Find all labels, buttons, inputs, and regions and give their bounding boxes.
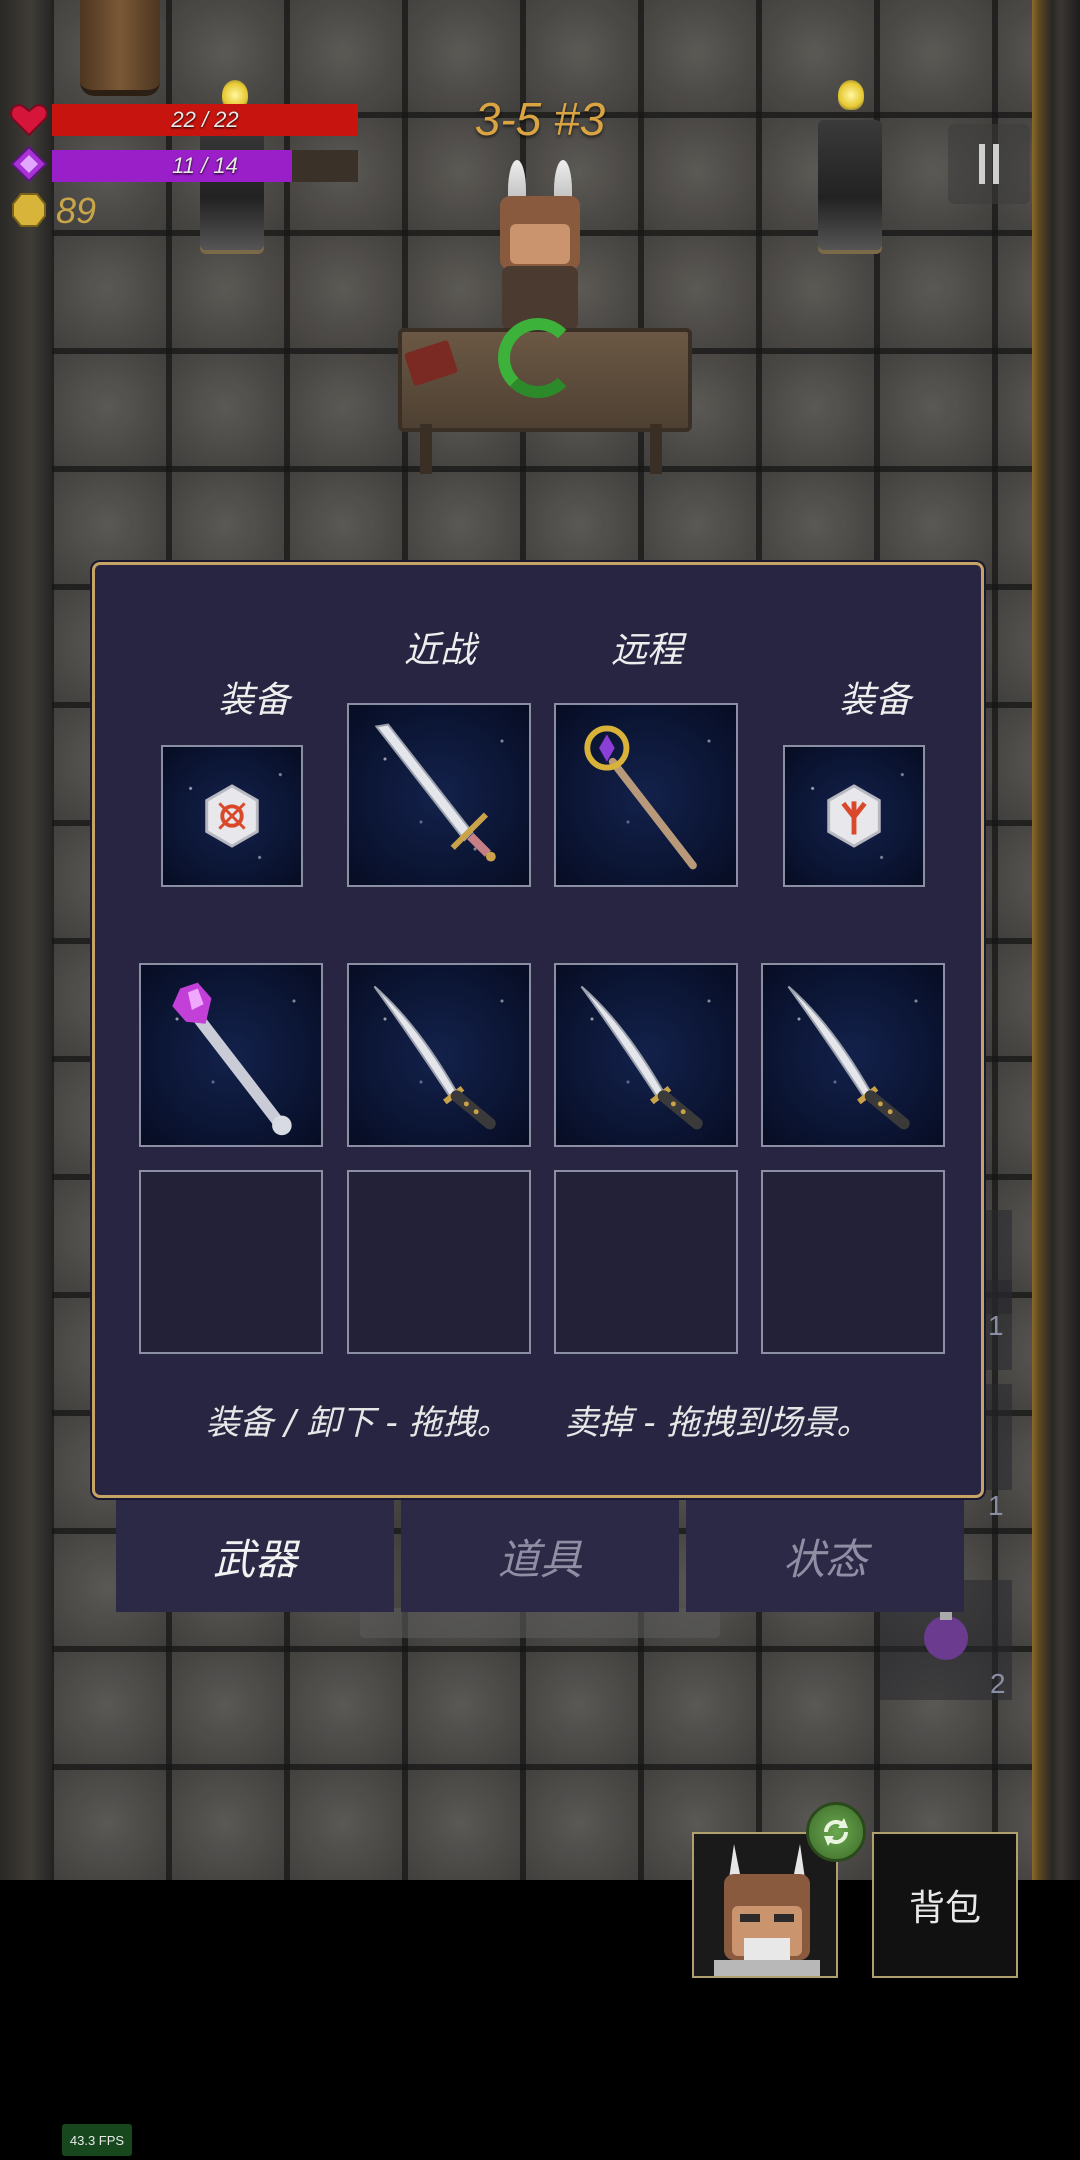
- merchant-character[interactable]: [488, 160, 592, 330]
- table-leg: [420, 424, 432, 474]
- backpack-slot[interactable]: [554, 963, 738, 1147]
- equip-label-right: 装备: [838, 680, 911, 721]
- heart-icon: [10, 102, 48, 138]
- mp-text: 11 / 14: [172, 153, 238, 178]
- melee-weapon-slot[interactable]: [347, 703, 531, 887]
- equip-slot-right[interactable]: [783, 745, 925, 887]
- crystal-mace-icon: [172, 982, 292, 1136]
- pause-icon: [993, 144, 999, 184]
- katana-icon: [787, 985, 910, 1130]
- pause-icon: [979, 144, 985, 184]
- golden-staff-icon: [584, 725, 697, 870]
- table-leg: [650, 424, 662, 474]
- backpack-slot-empty[interactable]: [554, 1170, 738, 1354]
- ranged-label: 远程: [610, 630, 683, 671]
- mp-bar: 11 / 14: [52, 150, 358, 182]
- shop-refresh-icon[interactable]: [498, 318, 578, 398]
- longsword-icon: [374, 723, 496, 862]
- inventory-hint: 装备 / 卸下 - 拖拽。 卖掉 - 拖拽到场景。: [205, 1403, 871, 1443]
- equip-label-left: 装备: [217, 680, 290, 721]
- torch-stand-left: [200, 120, 264, 250]
- tab-status[interactable]: 状态: [686, 1500, 964, 1612]
- tab-weapons[interactable]: 武器: [116, 1500, 394, 1612]
- background-count: 1: [988, 1310, 1004, 1341]
- mana-gem-icon: [10, 145, 48, 183]
- equip-slot-left[interactable]: [161, 745, 303, 887]
- swap-arrows-icon: [824, 1818, 848, 1846]
- merchant-face: [510, 224, 570, 264]
- dungeon-wall-left: [0, 0, 52, 1880]
- fps-counter: 43.3 FPS: [62, 2124, 132, 2156]
- barrel: [80, 0, 160, 96]
- tab-items[interactable]: 道具: [401, 1500, 679, 1612]
- gold-count: 89: [56, 190, 97, 231]
- rune-stone-icon: [827, 784, 881, 848]
- backpack-slot-empty[interactable]: [139, 1170, 323, 1354]
- gold-coin-icon: [10, 192, 48, 228]
- backpack-slot[interactable]: [761, 963, 945, 1147]
- ranged-weapon-slot[interactable]: [554, 703, 738, 887]
- dungeon-wall-right: [1032, 0, 1080, 1880]
- backpack-slot[interactable]: [347, 963, 531, 1147]
- floor-slab: [360, 1608, 720, 1638]
- rune-stone-icon: [205, 784, 259, 848]
- torch-flame-icon: [838, 80, 864, 110]
- backpack-button[interactable]: 背包: [872, 1832, 1018, 1978]
- refresh-icon[interactable]: [806, 1802, 866, 1862]
- level-indicator: 3-5 #3: [474, 93, 606, 145]
- pause-button[interactable]: [948, 124, 1030, 204]
- backpack-slot-empty[interactable]: [761, 1170, 945, 1354]
- torch-stand-right: [818, 120, 882, 250]
- melee-label: 近战: [403, 630, 476, 671]
- background-count: 1: [988, 1490, 1004, 1521]
- hp-text: 22 / 22: [171, 107, 239, 132]
- inventory-panel: 近战 远程 装备 装备 装备 / 卸下 - 拖拽。 卖掉 - 拖拽到场景。: [92, 562, 984, 1498]
- hero-avatar: [694, 1834, 836, 1976]
- backpack-slot[interactable]: [139, 963, 323, 1147]
- katana-icon: [580, 985, 703, 1130]
- katana-icon: [373, 985, 496, 1130]
- background-count: 2: [990, 1668, 1006, 1699]
- hp-bar: 22 / 22: [52, 104, 358, 136]
- backpack-slot-empty[interactable]: [347, 1170, 531, 1354]
